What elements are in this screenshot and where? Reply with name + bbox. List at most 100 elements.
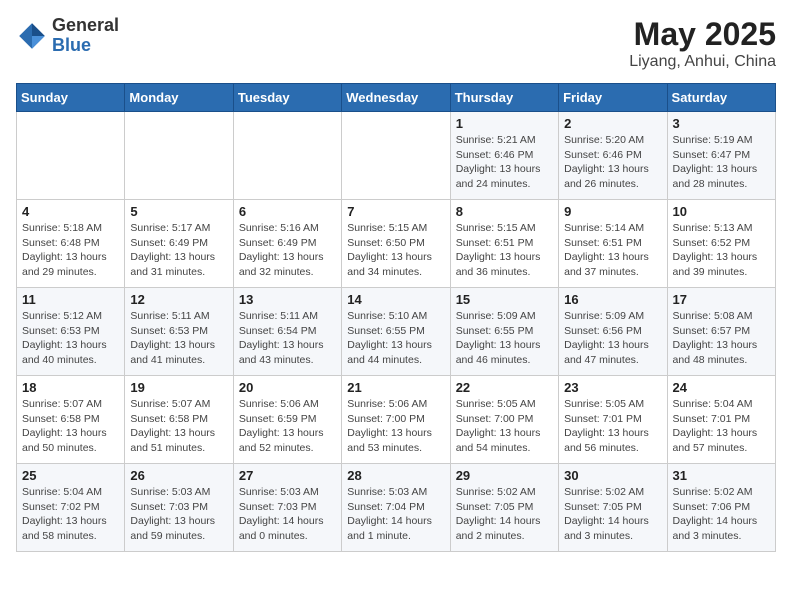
day-info: Sunrise: 5:15 AMSunset: 6:51 PMDaylight:… [456, 221, 553, 280]
table-cell: 2 Sunrise: 5:20 AMSunset: 6:46 PMDaylight… [559, 112, 667, 200]
table-cell: 25Sunrise: 5:04 AMSunset: 7:02 PMDayligh… [17, 464, 125, 552]
day-info: Sunrise: 5:11 AMSunset: 6:54 PMDaylight:… [239, 309, 336, 368]
day-number: 19 [130, 380, 227, 395]
header-thursday: Thursday [450, 84, 558, 112]
header-monday: Monday [125, 84, 233, 112]
table-cell: 16Sunrise: 5:09 AMSunset: 6:56 PMDayligh… [559, 288, 667, 376]
table-cell: 30 Sunrise: 5:02 AMSunset: 7:05 PMDayligh… [559, 464, 667, 552]
day-info: Sunrise: 5:08 AMSunset: 6:57 PMDaylight:… [673, 309, 770, 368]
table-cell: 20 Sunrise: 5:06 AMSunset: 6:59 PMDayligh… [233, 376, 341, 464]
calendar-subtitle: Liyang, Anhui, China [629, 53, 776, 71]
table-cell: 31 Sunrise: 5:02 AMSunset: 7:06 PMDayligh… [667, 464, 775, 552]
day-info: Sunrise: 5:02 AMSunset: 7:05 PMDaylight:… [456, 485, 553, 544]
day-info: Sunrise: 5:07 AMSunset: 6:58 PMDaylight:… [130, 397, 227, 456]
table-cell: 11 Sunrise: 5:12 AMSunset: 6:53 PMDayligh… [17, 288, 125, 376]
header-sunday: Sunday [17, 84, 125, 112]
day-number: 17 [673, 292, 770, 307]
day-info: Sunrise: 5:10 AMSunset: 6:55 PMDaylight:… [347, 309, 444, 368]
table-cell: 29Sunrise: 5:02 AMSunset: 7:05 PMDayligh… [450, 464, 558, 552]
header-saturday: Saturday [667, 84, 775, 112]
day-info: Sunrise: 5:18 AMSunset: 6:48 PMDaylight:… [22, 221, 119, 280]
table-cell: 22Sunrise: 5:05 AMSunset: 7:00 PMDayligh… [450, 376, 558, 464]
day-number: 20 [239, 380, 336, 395]
day-info: Sunrise: 5:12 AMSunset: 6:53 PMDaylight:… [22, 309, 119, 368]
day-info: Sunrise: 5:13 AMSunset: 6:52 PMDaylight:… [673, 221, 770, 280]
day-info: Sunrise: 5:06 AMSunset: 6:59 PMDaylight:… [239, 397, 336, 456]
day-number: 28 [347, 468, 444, 483]
day-info: Sunrise: 5:05 AMSunset: 7:00 PMDaylight:… [456, 397, 553, 456]
day-info: Sunrise: 5:05 AMSunset: 7:01 PMDaylight:… [564, 397, 661, 456]
table-cell: 28 Sunrise: 5:03 AMSunset: 7:04 PMDayligh… [342, 464, 450, 552]
table-cell: 14 Sunrise: 5:10 AMSunset: 6:55 PMDayligh… [342, 288, 450, 376]
page-header: General Blue May 2025 Liyang, Anhui, Chi… [16, 16, 776, 71]
day-info: Sunrise: 5:04 AMSunset: 7:02 PMDaylight:… [22, 485, 119, 544]
table-cell: 15Sunrise: 5:09 AMSunset: 6:55 PMDayligh… [450, 288, 558, 376]
table-cell: 3 Sunrise: 5:19 AMSunset: 6:47 PMDaylight… [667, 112, 775, 200]
header-friday: Friday [559, 84, 667, 112]
table-cell: 13 Sunrise: 5:11 AMSunset: 6:54 PMDayligh… [233, 288, 341, 376]
logo-blue: Blue [52, 36, 119, 56]
table-cell: 24 Sunrise: 5:04 AMSunset: 7:01 PMDayligh… [667, 376, 775, 464]
day-number: 26 [130, 468, 227, 483]
day-number: 11 [22, 292, 119, 307]
table-cell: 12 Sunrise: 5:11 AMSunset: 6:53 PMDayligh… [125, 288, 233, 376]
day-number: 18 [22, 380, 119, 395]
day-info: Sunrise: 5:20 AMSunset: 6:46 PMDaylight:… [564, 133, 661, 192]
day-info: Sunrise: 5:04 AMSunset: 7:01 PMDaylight:… [673, 397, 770, 456]
day-number: 24 [673, 380, 770, 395]
table-cell: 7Sunrise: 5:15 AMSunset: 6:50 PMDaylight… [342, 200, 450, 288]
calendar-header-row: SundayMondayTuesdayWednesdayThursdayFrid… [17, 84, 776, 112]
logo-general: General [52, 16, 119, 36]
day-number: 15 [456, 292, 553, 307]
day-number: 9 [564, 204, 661, 219]
day-info: Sunrise: 5:11 AMSunset: 6:53 PMDaylight:… [130, 309, 227, 368]
table-cell [233, 112, 341, 200]
calendar-title: May 2025 [629, 16, 776, 53]
day-info: Sunrise: 5:07 AMSunset: 6:58 PMDaylight:… [22, 397, 119, 456]
table-cell: 8 Sunrise: 5:15 AMSunset: 6:51 PMDaylight… [450, 200, 558, 288]
day-info: Sunrise: 5:06 AMSunset: 7:00 PMDaylight:… [347, 397, 444, 456]
table-cell [17, 112, 125, 200]
table-cell: 4 Sunrise: 5:18 AMSunset: 6:48 PMDaylight… [17, 200, 125, 288]
day-info: Sunrise: 5:14 AMSunset: 6:51 PMDaylight:… [564, 221, 661, 280]
day-number: 27 [239, 468, 336, 483]
table-cell: 26Sunrise: 5:03 AMSunset: 7:03 PMDayligh… [125, 464, 233, 552]
title-block: May 2025 Liyang, Anhui, China [629, 16, 776, 71]
day-info: Sunrise: 5:17 AMSunset: 6:49 PMDaylight:… [130, 221, 227, 280]
day-number: 21 [347, 380, 444, 395]
table-cell: 10 Sunrise: 5:13 AMSunset: 6:52 PMDayligh… [667, 200, 775, 288]
logo-icon [16, 20, 48, 52]
day-number: 8 [456, 204, 553, 219]
day-number: 10 [673, 204, 770, 219]
header-tuesday: Tuesday [233, 84, 341, 112]
day-info: Sunrise: 5:21 AMSunset: 6:46 PMDaylight:… [456, 133, 553, 192]
day-number: 12 [130, 292, 227, 307]
day-number: 14 [347, 292, 444, 307]
logo: General Blue [16, 16, 119, 56]
header-wednesday: Wednesday [342, 84, 450, 112]
day-number: 31 [673, 468, 770, 483]
table-cell: 6Sunrise: 5:16 AMSunset: 6:49 PMDaylight… [233, 200, 341, 288]
table-cell: 5Sunrise: 5:17 AMSunset: 6:49 PMDaylight… [125, 200, 233, 288]
day-info: Sunrise: 5:02 AMSunset: 7:05 PMDaylight:… [564, 485, 661, 544]
day-info: Sunrise: 5:19 AMSunset: 6:47 PMDaylight:… [673, 133, 770, 192]
table-cell: 23 Sunrise: 5:05 AMSunset: 7:01 PMDayligh… [559, 376, 667, 464]
table-cell: 19 Sunrise: 5:07 AMSunset: 6:58 PMDayligh… [125, 376, 233, 464]
day-info: Sunrise: 5:15 AMSunset: 6:50 PMDaylight:… [347, 221, 444, 280]
week-row-3: 11 Sunrise: 5:12 AMSunset: 6:53 PMDayligh… [17, 288, 776, 376]
table-cell: 9 Sunrise: 5:14 AMSunset: 6:51 PMDaylight… [559, 200, 667, 288]
day-number: 30 [564, 468, 661, 483]
day-number: 23 [564, 380, 661, 395]
day-number: 13 [239, 292, 336, 307]
day-number: 6 [239, 204, 336, 219]
day-number: 4 [22, 204, 119, 219]
day-info: Sunrise: 5:03 AMSunset: 7:04 PMDaylight:… [347, 485, 444, 544]
day-number: 16 [564, 292, 661, 307]
day-number: 1 [456, 116, 553, 131]
week-row-1: 1 Sunrise: 5:21 AMSunset: 6:46 PMDaylight… [17, 112, 776, 200]
day-info: Sunrise: 5:03 AMSunset: 7:03 PMDaylight:… [239, 485, 336, 544]
day-number: 2 [564, 116, 661, 131]
day-number: 3 [673, 116, 770, 131]
day-info: Sunrise: 5:02 AMSunset: 7:06 PMDaylight:… [673, 485, 770, 544]
table-cell [125, 112, 233, 200]
